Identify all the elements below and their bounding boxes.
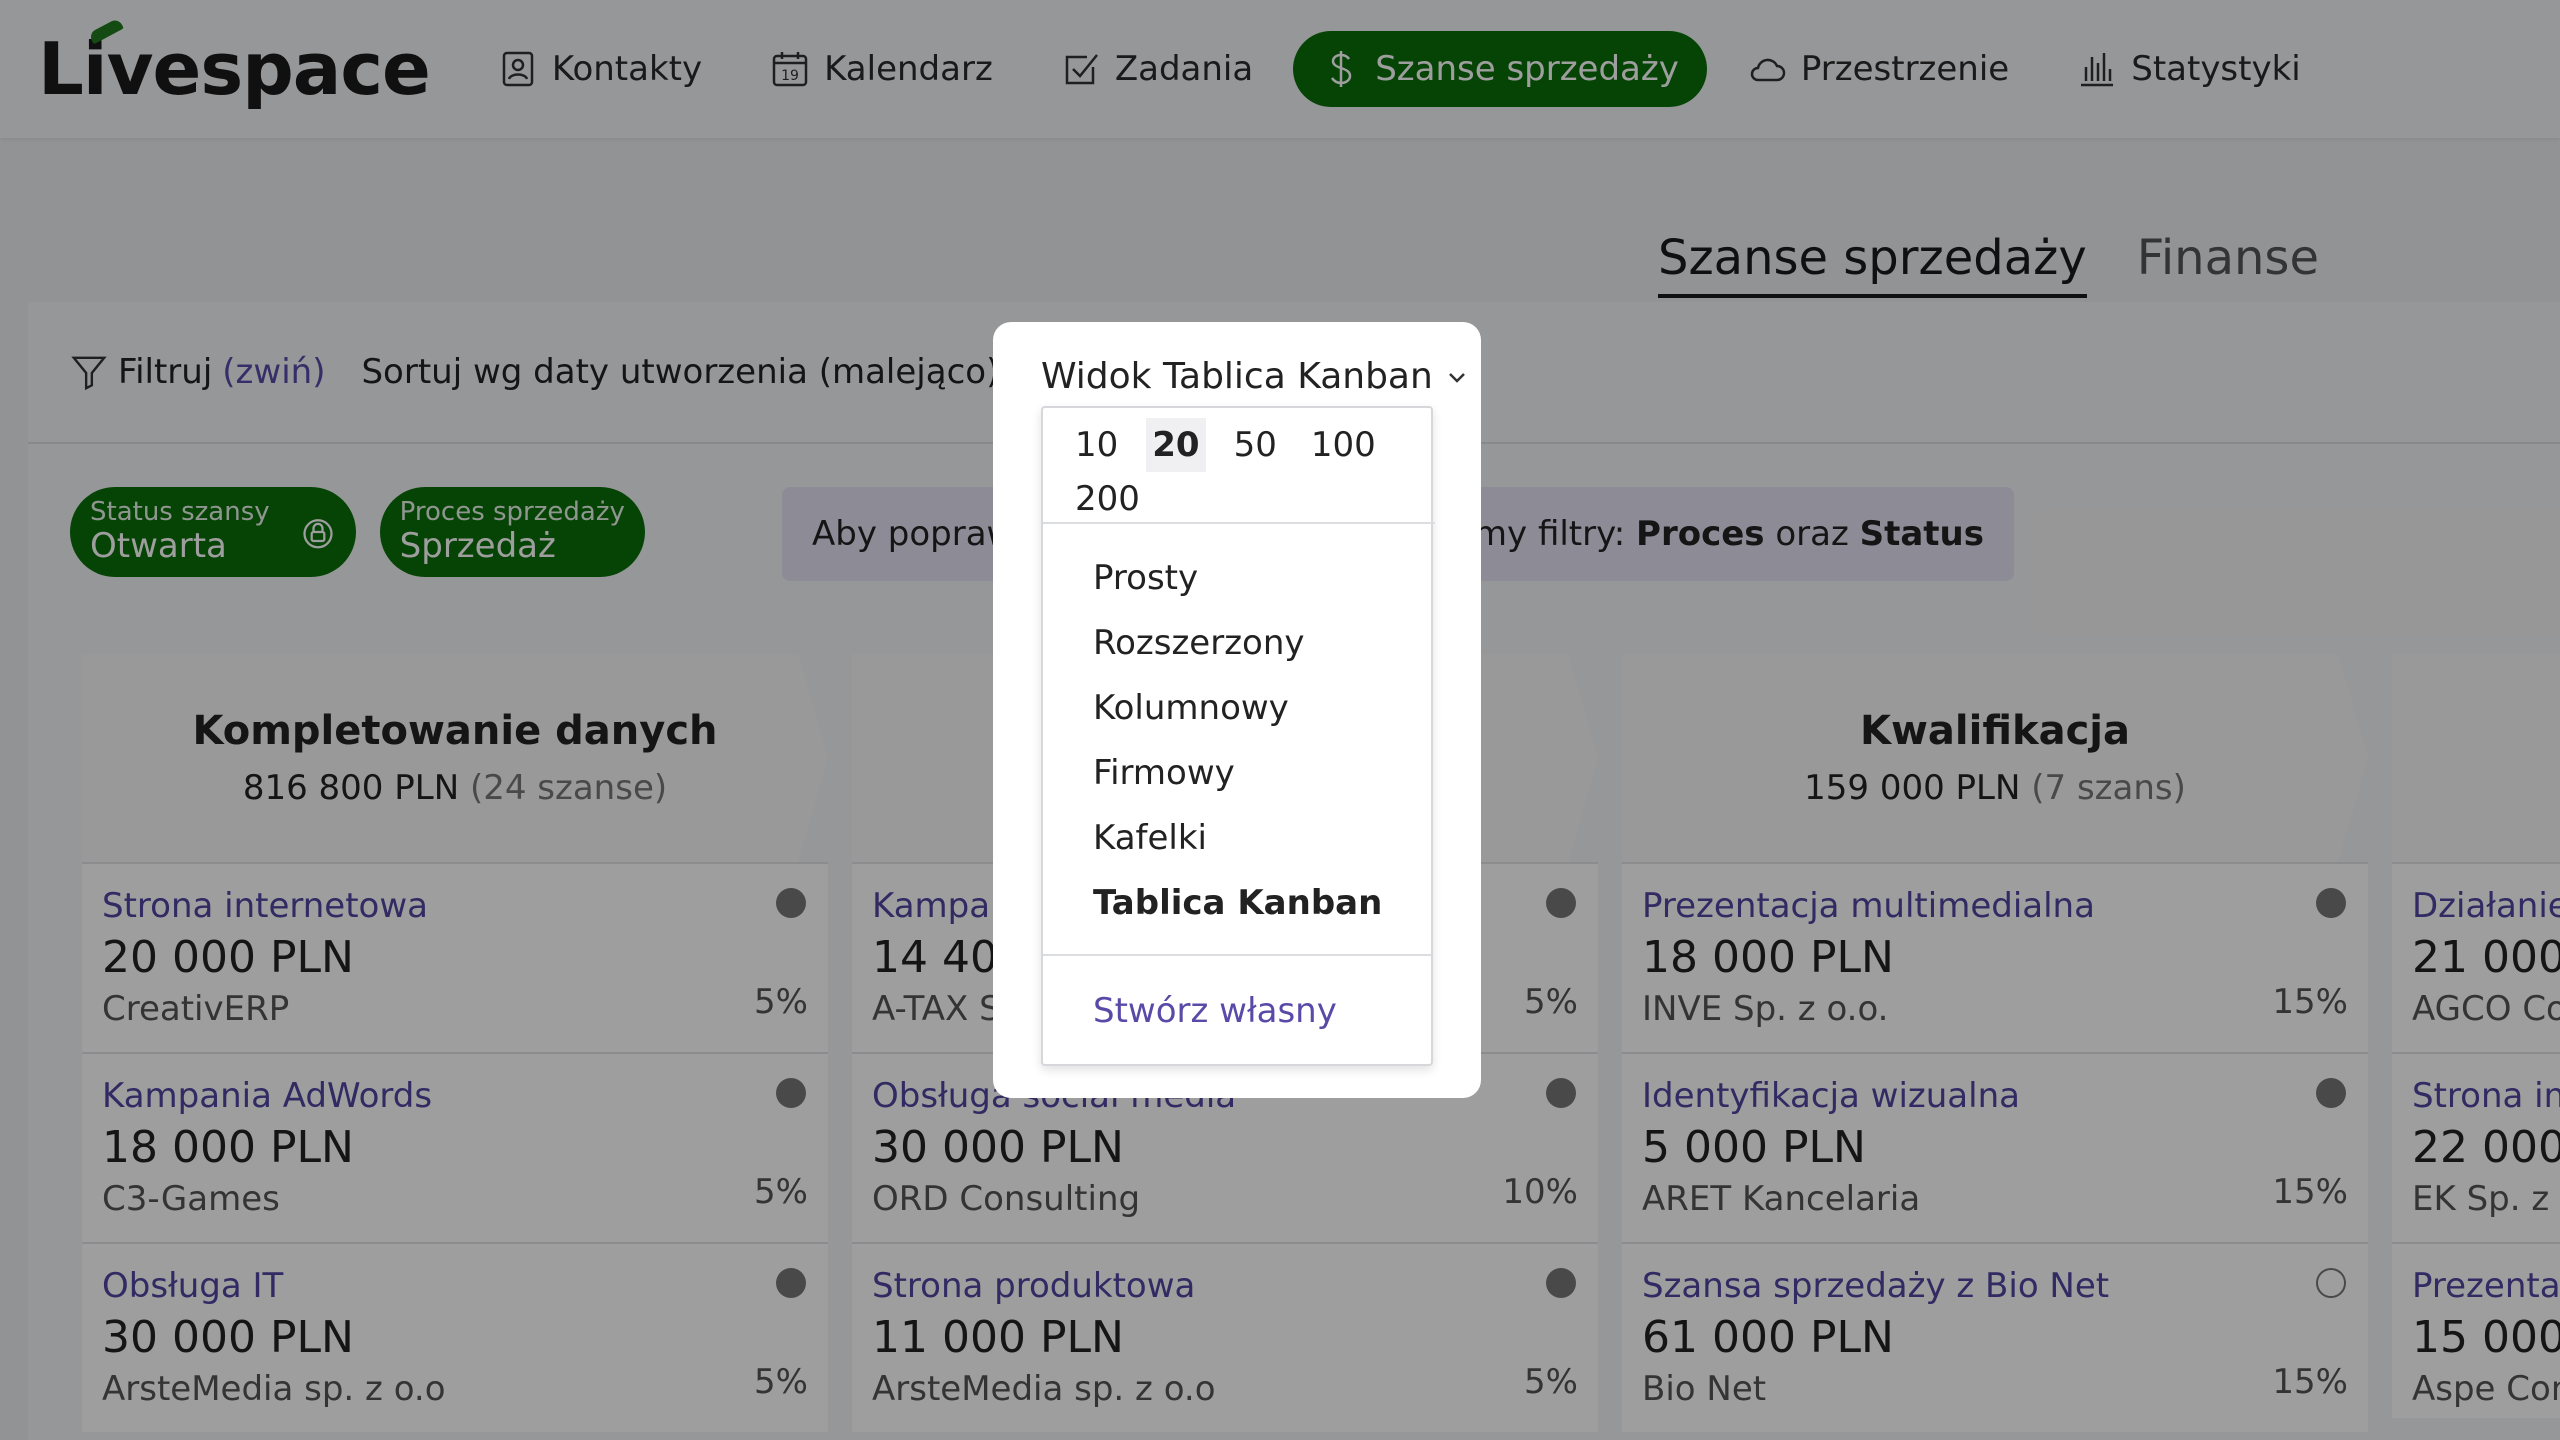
view-option-firmowy[interactable]: Firmowy bbox=[1043, 741, 1431, 806]
view-option-rozszerzony[interactable]: Rozszerzony bbox=[1043, 611, 1431, 676]
view-option-kolumnowy[interactable]: Kolumnowy bbox=[1043, 676, 1431, 741]
view-menu: 10 20 50 100 200 Prosty Rozszerzony Kolu… bbox=[1041, 406, 1435, 1066]
page-size-200[interactable]: 200 bbox=[1069, 472, 1146, 526]
page-size-100[interactable]: 100 bbox=[1305, 418, 1382, 472]
create-custom-view-link[interactable]: Stwórz własny bbox=[1043, 956, 1431, 1066]
view-option-prosty[interactable]: Prosty bbox=[1043, 546, 1431, 611]
page-size-50[interactable]: 50 bbox=[1228, 418, 1283, 472]
page-size-10[interactable]: 10 bbox=[1069, 418, 1124, 472]
chevron-down-icon bbox=[1448, 372, 1465, 383]
view-label: Widok Tablica Kanban bbox=[1041, 356, 1433, 397]
view-dropdown-popup: Widok Tablica Kanban 10 20 50 100 200 Pr… bbox=[993, 322, 1481, 1098]
page-size-options: 10 20 50 100 200 bbox=[1043, 408, 1435, 524]
view-options: Prosty Rozszerzony Kolumnowy Firmowy Kaf… bbox=[1043, 524, 1431, 956]
page-size-20[interactable]: 20 bbox=[1146, 418, 1206, 472]
view-option-tablica-kanban[interactable]: Tablica Kanban bbox=[1043, 871, 1431, 936]
view-option-kafelki[interactable]: Kafelki bbox=[1043, 806, 1431, 871]
view-dropdown-toggle[interactable]: Widok Tablica Kanban bbox=[1041, 356, 1469, 397]
